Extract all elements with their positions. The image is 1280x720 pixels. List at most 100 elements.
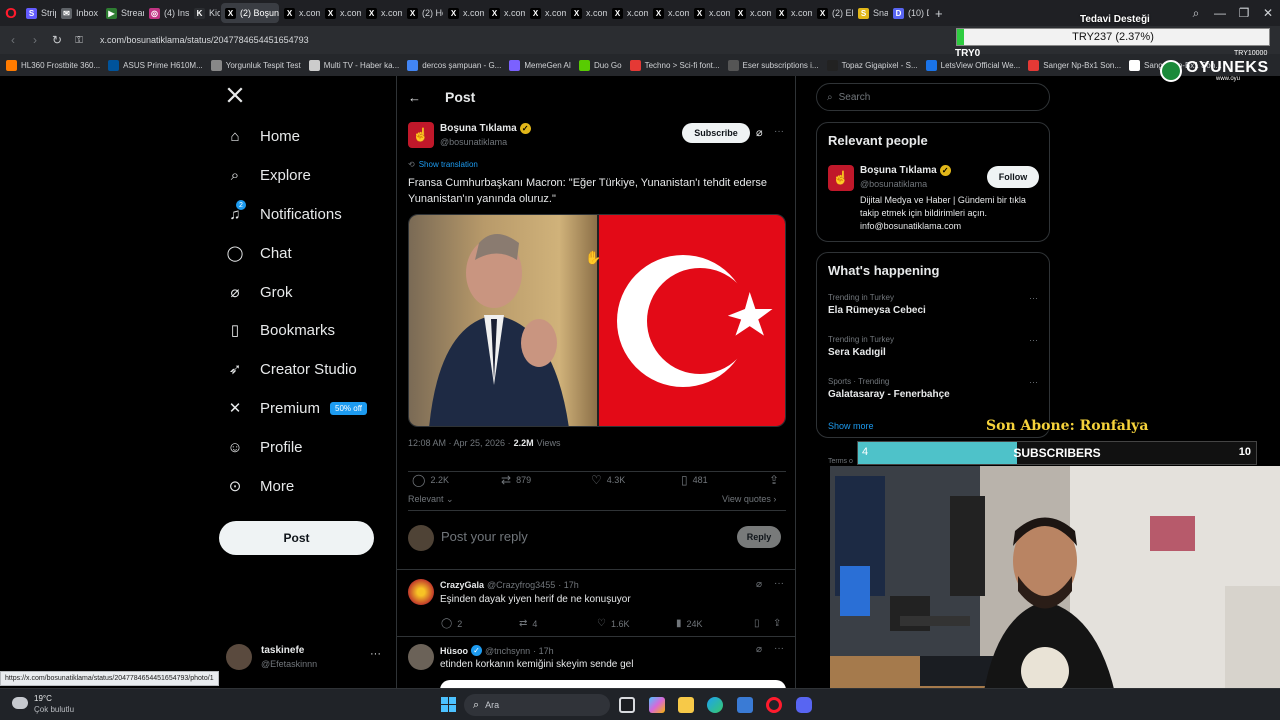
browser-tab[interactable]: K KickSt — [190, 3, 220, 23]
weather-icon[interactable] — [12, 697, 28, 709]
opera-icon[interactable] — [766, 697, 782, 713]
maximize-icon[interactable]: ❐ — [1232, 6, 1256, 20]
browser-tab[interactable]: Xx.com — [485, 3, 525, 23]
repost-action[interactable]: ⇄ 4 — [519, 618, 537, 629]
browser-tab[interactable]: X(2) Boşuna✕ — [221, 3, 279, 23]
post-button[interactable]: Post — [219, 521, 374, 555]
like-action[interactable]: ♡ 1.6K — [597, 618, 629, 629]
browser-tab[interactable]: Xx.com — [526, 3, 566, 23]
reply-action[interactable]: ◯ 2 — [441, 618, 462, 629]
back-arrow-icon[interactable]: ← — [408, 90, 421, 105]
browser-tab[interactable]: Xx.com — [772, 3, 812, 23]
sidebar-item-explore[interactable]: ⌕ Explore — [226, 166, 311, 184]
photo-macron[interactable] — [409, 215, 597, 426]
photo-turkish-flag[interactable] — [599, 215, 785, 426]
author-handle[interactable]: @bosunatiklama — [440, 137, 507, 147]
browser-tab[interactable]: Xx.com — [690, 3, 730, 23]
person-name[interactable]: Boşuna Tıklama — [860, 165, 937, 176]
trend-more-icon[interactable]: ··· — [1029, 293, 1038, 303]
view-quotes-link[interactable]: View quotes › — [722, 494, 776, 504]
reply-author-name[interactable]: Hüsoo — [440, 646, 468, 656]
browser-tab[interactable]: X (2) Ele — [813, 3, 853, 23]
browser-tab[interactable]: Xx.com — [608, 3, 648, 23]
search-box[interactable]: ⌕ Search — [816, 83, 1050, 111]
browser-tab[interactable]: Xx.com — [321, 3, 361, 23]
copilot-icon[interactable] — [649, 697, 665, 713]
url-field[interactable]: x.com/bosunatiklama/status/2047784654451… — [100, 35, 309, 45]
bookmark-action[interactable]: ▯ 481 — [681, 473, 708, 487]
search-input[interactable]: Search — [839, 92, 871, 103]
site-info-icon[interactable]: ⚿ — [68, 35, 90, 46]
new-tab-button[interactable]: + — [935, 6, 943, 21]
browser-tab[interactable]: Xx.com — [362, 3, 402, 23]
post-time[interactable]: 12:08 AM · Apr 25, 2026 · — [408, 438, 511, 448]
reply-button[interactable]: Reply — [737, 526, 781, 548]
bookmark-item[interactable]: HL360 Frostbite 360... — [6, 59, 100, 71]
browser-tab[interactable]: ▶ Stream — [102, 3, 144, 23]
sidebar-item-chat[interactable]: ◯ Chat — [226, 244, 292, 263]
sidebar-item-profile[interactable]: ☺ Profile — [226, 438, 302, 456]
browser-tab[interactable]: X (2) Ho — [403, 3, 443, 23]
sort-relevant[interactable]: Relevant ⌄ — [408, 494, 454, 505]
bookmark-item[interactable]: Sanger Np-Bx1 Son... — [1028, 59, 1121, 71]
bookmark-item[interactable]: ASUS Prime H610M... — [108, 59, 203, 71]
trend-item[interactable]: Trending in Turkey Ela Rümeysa Cebeci ··· — [828, 293, 1038, 316]
opera-logo-icon[interactable]: O — [0, 0, 22, 26]
like-action[interactable]: ♡ 4.3K — [591, 473, 625, 487]
store-icon[interactable] — [737, 697, 753, 713]
task-view-icon[interactable] — [619, 697, 635, 713]
trend-more-icon[interactable]: ··· — [1029, 335, 1038, 345]
author-avatar[interactable]: ☝ — [408, 122, 434, 148]
browser-tab[interactable]: Xx.com — [280, 3, 320, 23]
browser-tab[interactable]: ✉ Inbox — [57, 3, 101, 23]
author-name-row[interactable]: Boşuna Tıklama ✓ — [440, 123, 531, 134]
bookmark-item[interactable]: Yorgunluk Tespit Test — [210, 59, 301, 71]
bookmark-item[interactable]: LetsView Official We... — [925, 59, 1020, 71]
show-translation-link[interactable]: ⟲ Show translation — [408, 160, 478, 169]
bookmark-item[interactable]: Duo Go — [579, 59, 622, 71]
browser-tab[interactable]: D (10) D — [889, 3, 929, 23]
bookmark-action[interactable]: ▯ — [754, 618, 760, 629]
browser-tab[interactable]: Xx.com — [567, 3, 607, 23]
weather-temp[interactable]: 19°C — [34, 694, 52, 703]
browser-tab[interactable]: Xx.com — [731, 3, 771, 23]
bookmark-item[interactable]: MemeGen AI — [509, 59, 571, 71]
browser-search-icon[interactable]: ⌕ — [1184, 6, 1208, 21]
sidebar-item-notifications[interactable]: ♫ 2 Notifications — [226, 200, 342, 223]
sidebar-item-creator-studio[interactable]: ➶ Creator Studio — [226, 360, 357, 379]
reply-more-icon[interactable]: ··· — [774, 578, 784, 589]
browser-tab[interactable]: S Snatc — [854, 3, 888, 23]
reply-action[interactable]: ◯ 2.2K — [412, 473, 449, 487]
minimize-icon[interactable]: — — [1208, 6, 1232, 20]
bookmark-item[interactable]: dercos şampuan - G... — [407, 59, 501, 71]
browser-tab[interactable]: Xx.com — [444, 3, 484, 23]
edge-icon[interactable] — [707, 697, 723, 713]
browser-tab[interactable]: Xx.com — [649, 3, 689, 23]
start-menu-icon[interactable] — [441, 697, 456, 712]
share-action[interactable]: ⇪ — [769, 473, 779, 487]
close-window-icon[interactable]: ✕ — [1256, 6, 1280, 20]
follow-button[interactable]: Follow — [987, 166, 1039, 188]
share-action[interactable]: ⇪ — [773, 618, 781, 629]
trend-more-icon[interactable]: ··· — [1029, 377, 1038, 387]
grok-icon[interactable]: ⌀ — [756, 579, 762, 590]
sidebar-item-more[interactable]: ⊙ More — [226, 477, 294, 496]
show-more-link[interactable]: Show more — [828, 421, 874, 431]
reply-more-icon[interactable]: ··· — [774, 643, 784, 654]
forward-icon[interactable]: › — [24, 33, 46, 47]
post-more-icon[interactable]: ··· — [774, 126, 784, 137]
terms-link[interactable]: Terms o — [828, 458, 853, 465]
browser-tab[interactable]: S Stripe — [22, 3, 56, 23]
account-more-icon[interactable]: ··· — [370, 648, 381, 660]
trend-item[interactable]: Sports · Trending Galatasaray - Fenerbahç… — [828, 377, 1038, 400]
person-avatar[interactable]: ☝ — [828, 165, 854, 191]
reply-1[interactable]: CrazyGala @Crazyfrog3455 · 17h ⌀ ··· Eşi… — [397, 570, 795, 636]
trend-item[interactable]: Trending in Turkey Sera Kadıgil ··· — [828, 335, 1038, 358]
taskbar-search[interactable]: ⌕ Ara — [464, 694, 610, 716]
back-icon[interactable]: ‹ — [2, 33, 24, 47]
views-action[interactable]: ▮ 24K — [676, 618, 703, 629]
reply-input[interactable]: Post your reply — [441, 529, 528, 544]
reply-author-name[interactable]: CrazyGala — [440, 580, 484, 590]
bookmark-item[interactable]: Multi TV - Haber ka... — [308, 59, 399, 71]
file-explorer-icon[interactable] — [678, 697, 694, 713]
